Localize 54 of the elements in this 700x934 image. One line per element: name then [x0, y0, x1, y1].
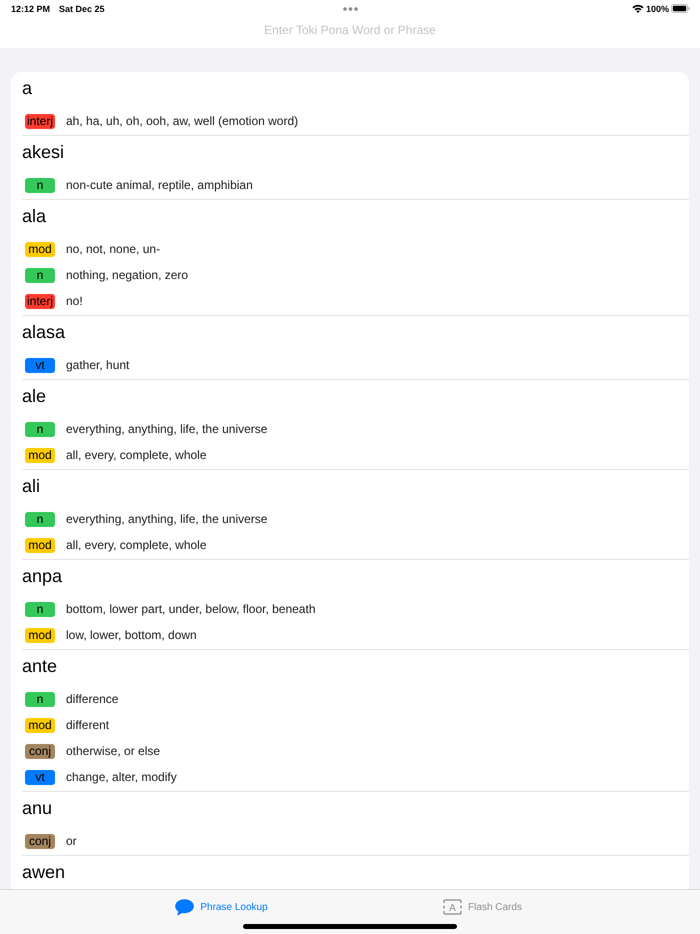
speech-bubble-icon [175, 899, 194, 916]
entry-word: ante [22, 656, 58, 676]
part-of-speech-tag: n [25, 692, 55, 706]
entry-word: alasa [22, 322, 66, 342]
part-of-speech-tag: mod [25, 538, 55, 552]
part-of-speech-tag: n [25, 512, 55, 526]
battery-icon [671, 4, 690, 13]
tab-button[interactable]: A Flash Cards [443, 899, 522, 915]
entry-word: ali [22, 476, 40, 496]
entry-word: ale [22, 386, 46, 406]
definition-text: different [66, 718, 110, 732]
part-of-speech-tag: n [25, 268, 55, 282]
part-of-speech-tag: conj [25, 744, 55, 758]
part-of-speech-tag: n [25, 178, 55, 192]
part-of-speech-tag: vt [25, 358, 55, 372]
three-dots-icon [343, 6, 358, 10]
battery-percentage-text: 100% [646, 4, 669, 14]
entry-word: awen [22, 862, 66, 882]
part-of-speech-tag: interj [25, 294, 55, 308]
date-text: Sat Dec 25 [59, 4, 105, 14]
entry-word: a [22, 78, 32, 98]
part-of-speech-tag: conj [25, 834, 55, 848]
wifi-icon [632, 4, 644, 13]
definition-text: otherwise, or else [66, 744, 160, 758]
definition-text: low, lower, bottom, down [66, 628, 197, 642]
time-text: 12:12 PM [11, 4, 50, 14]
definition-text: change, alter, modify [66, 770, 177, 784]
definition-text: everything, anything, life, the universe [66, 422, 268, 436]
definition-text: or [66, 834, 77, 848]
tab-button[interactable]: Phrase Lookup [175, 899, 268, 916]
definition-text: no, not, none, un- [66, 242, 160, 256]
part-of-speech-tag: mod [25, 242, 55, 256]
part-of-speech-tag: mod [25, 628, 55, 642]
definition-text: all, every, complete, whole [66, 538, 207, 552]
part-of-speech-tag: mod [25, 448, 55, 462]
definition-text: non-cute animal, reptile, amphibian [66, 178, 253, 192]
definition-text: gather, hunt [66, 358, 130, 372]
search-field[interactable]: Enter Toki Pona Word or Phrase [190, 20, 510, 40]
definition-text: nothing, negation, zero [66, 268, 188, 282]
part-of-speech-tag: n [25, 422, 55, 436]
definition-text: ah, ha, uh, oh, ooh, aw, well (emotion word) [66, 114, 298, 128]
part-of-speech-tag: mod [25, 718, 55, 732]
entry-word: ala [22, 206, 46, 226]
definition-text: no! [66, 294, 83, 308]
entry-word: anpa [22, 566, 62, 586]
definition-text: difference [66, 692, 118, 706]
part-of-speech-tag: interj [25, 114, 55, 128]
definition-text: everything, anything, life, the universe [66, 512, 268, 526]
definition-text: bottom, lower part, under, below, floor, beneath [66, 602, 316, 616]
entry-word: akesi [22, 142, 64, 162]
definition-text: all, every, complete, whole [66, 448, 207, 462]
entry-word: anu [22, 798, 52, 818]
part-of-speech-tag: vt [25, 770, 55, 784]
part-of-speech-tag: n [25, 602, 55, 616]
